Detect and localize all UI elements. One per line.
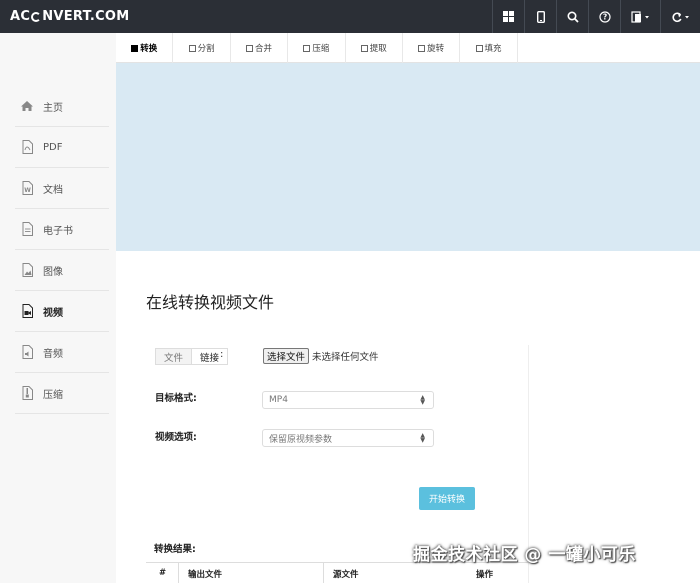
source-toggle: 文件 链接 — [155, 348, 229, 365]
tool-tabs: 转换 分割 合并 压缩 提取 旋转 填充 — [116, 33, 700, 63]
checkbox-icon — [418, 44, 426, 52]
target-format-value: MP4 — [269, 395, 288, 405]
tab-spacer — [518, 33, 700, 62]
page-title: 在线转换视频文件 — [146, 293, 275, 312]
select-caret-icon: ▲ ▼ — [420, 432, 425, 444]
sidebar-item-video[interactable]: 视频 — [15, 291, 109, 332]
video-options-select[interactable]: 保留原视频参数 ▲ ▼ — [262, 429, 434, 447]
audio-icon — [20, 345, 34, 359]
document-icon: W — [20, 181, 34, 195]
column-header-index: # — [159, 568, 167, 578]
archive-icon — [20, 386, 34, 400]
search-icon[interactable] — [556, 0, 588, 33]
tab-label: 合并 — [254, 44, 272, 54]
top-navbar: AC NVERT.COM ? — [0, 0, 700, 33]
help-icon[interactable]: ? — [588, 0, 620, 33]
source-colon: : — [220, 349, 224, 360]
sidebar-item-label: 图像 — [43, 266, 63, 278]
sidebar-item-label: 压缩 — [43, 389, 63, 401]
result-table-header: # 输出文件 源文件 操作 — [146, 562, 528, 583]
tab-rotate[interactable]: 旋转 — [403, 33, 461, 63]
video-icon — [20, 304, 34, 318]
tab-split[interactable]: 分割 — [173, 33, 231, 63]
home-icon — [20, 99, 34, 113]
column-separator — [178, 563, 179, 583]
logo-text-right: NVERT.COM — [42, 9, 130, 24]
sidebar-item-image[interactable]: 图像 — [15, 250, 109, 291]
mobile-icon[interactable] — [524, 0, 556, 33]
pdf-icon — [20, 140, 34, 154]
select-caret-icon: ▲ ▼ — [420, 394, 425, 406]
tab-label: 分割 — [197, 44, 215, 54]
watermark-text: 掘金技术社区 @ 一罐小可乐 — [413, 545, 636, 565]
choose-file-button[interactable]: 选择文件 — [263, 348, 310, 364]
tab-compress[interactable]: 压缩 — [288, 33, 346, 63]
checkbox-icon — [475, 44, 483, 52]
tab-merge[interactable]: 合并 — [231, 33, 289, 63]
tab-convert[interactable]: 转换 — [116, 33, 174, 63]
sidebar-item-audio[interactable]: 音频 — [15, 332, 109, 373]
sidebar-item-label: 音频 — [43, 348, 63, 360]
sidebar-item-label: 主页 — [43, 102, 63, 114]
start-convert-button[interactable]: 开始转换 — [419, 487, 475, 510]
sidebar-item-ebook[interactable]: 电子书 — [15, 209, 109, 250]
tab-label: 压缩 — [312, 44, 330, 54]
tab-label: 填充 — [484, 44, 502, 54]
checkbox-icon — [360, 44, 368, 52]
logo-ring-icon — [31, 11, 42, 22]
video-options-label: 视频选项: — [155, 432, 197, 443]
sidebar-item-archive[interactable]: 压缩 — [15, 373, 109, 414]
checkbox-icon — [188, 44, 196, 52]
ebook-icon — [20, 222, 34, 236]
top-toolbar: ? — [492, 0, 700, 33]
sidebar-item-pdf[interactable]: PDF — [15, 127, 109, 168]
site-logo[interactable]: AC NVERT.COM — [10, 9, 130, 24]
sidebar-item-label: PDF — [43, 141, 63, 153]
column-separator — [323, 563, 324, 583]
sidebar-item-label: 文档 — [43, 184, 63, 196]
logo-text-left: AC — [10, 9, 31, 24]
file-status-text: 未选择任何文件 — [312, 352, 379, 363]
svg-text:W: W — [24, 187, 31, 194]
tab-label: 提取 — [369, 44, 387, 54]
tab-fill[interactable]: 填充 — [460, 33, 518, 63]
column-header-output: 输出文件 — [188, 570, 223, 580]
tab-extract[interactable]: 提取 — [346, 33, 403, 63]
video-options-value: 保留原视频参数 — [269, 434, 333, 445]
target-format-label: 目标格式: — [155, 393, 197, 404]
sidebar-item-label: 视频 — [43, 307, 63, 319]
tab-label: 旋转 — [427, 44, 445, 54]
column-header-actions: 操作 — [476, 570, 494, 580]
result-label: 转换结果: — [154, 544, 196, 555]
ad-banner — [116, 63, 700, 251]
sidebar-item-label: 电子书 — [43, 225, 73, 237]
grid-icon[interactable] — [492, 0, 524, 33]
sidebar-item-home[interactable]: 主页 — [15, 86, 109, 127]
sidebar-item-document[interactable]: W 文档 — [15, 168, 109, 209]
checkbox-icon — [303, 44, 311, 52]
refresh-icon[interactable] — [660, 0, 700, 33]
language-icon[interactable] — [620, 0, 660, 33]
tab-label: 转换 — [140, 44, 158, 54]
column-header-source: 源文件 — [333, 570, 359, 580]
checkbox-icon — [245, 44, 253, 52]
sidebar: 主页 PDF W 文档 电子书 图像 视频 音频 压缩 — [0, 33, 116, 583]
target-format-select[interactable]: MP4 ▲ ▼ — [262, 391, 434, 409]
source-file-button[interactable]: 文件 — [155, 348, 193, 365]
svg-text:?: ? — [602, 12, 606, 21]
checkbox-icon — [131, 44, 139, 52]
image-icon — [20, 263, 34, 277]
